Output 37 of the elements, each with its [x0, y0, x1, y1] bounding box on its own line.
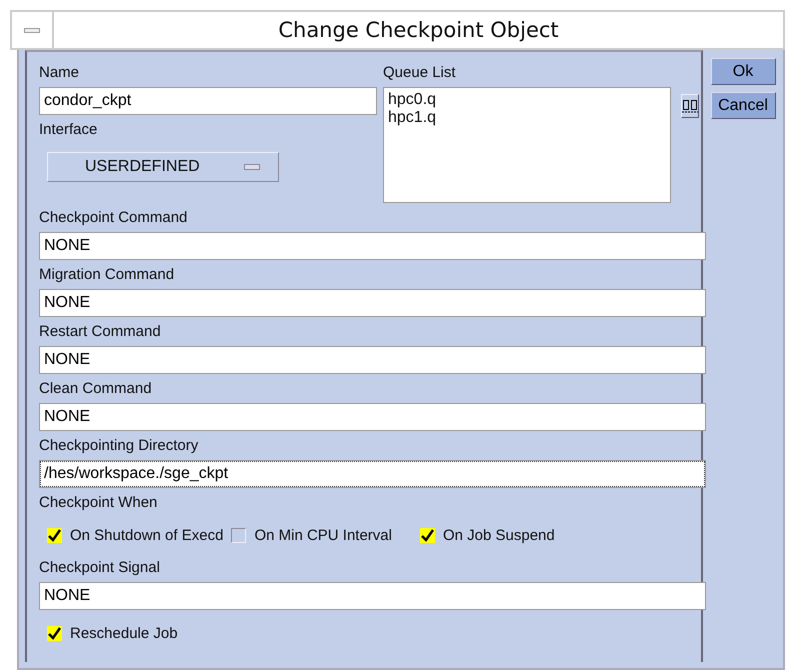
columns-icon [682, 99, 698, 113]
text-field[interactable]: NONE [39, 403, 706, 431]
checkbox-label: On Shutdown of Execd [70, 526, 224, 544]
list-item[interactable]: hpc0.q [388, 91, 666, 109]
list-item[interactable]: hpc1.q [388, 109, 666, 127]
field-label: Checkpoint Command [39, 208, 188, 228]
checkbox[interactable] [420, 528, 435, 542]
signal-field[interactable]: NONE [39, 582, 706, 610]
checkbox[interactable] [47, 626, 62, 640]
checkbox[interactable] [231, 528, 246, 542]
ok-button[interactable]: Ok [710, 58, 776, 85]
field-label: Queue List [383, 63, 457, 83]
checkbox-label: Reschedule Job [70, 624, 178, 642]
window-title: Change Checkpoint Object [277, 17, 560, 44]
edit-list-button[interactable] [681, 94, 699, 118]
checkbox-label: On Job Suspend [442, 526, 555, 544]
cancel-button[interactable]: Cancel [710, 92, 776, 119]
window-menu-button[interactable] [10, 12, 54, 48]
text-field[interactable]: /hes/workspace./sge_ckpt [39, 460, 706, 488]
text-field[interactable]: NONE [39, 346, 706, 374]
field-label: Interface [39, 120, 98, 140]
field-label: Name [39, 63, 80, 83]
minus-icon [24, 28, 40, 32]
checkbox-label: On Min CPU Interval [254, 526, 392, 544]
field-label: Restart Command [39, 322, 162, 342]
text-field[interactable]: NONE [39, 232, 706, 260]
checkbox[interactable] [47, 528, 62, 542]
dropdown-indicator-icon [244, 164, 260, 170]
text-field[interactable]: NONE [39, 289, 706, 317]
section-label: Checkpoint When [39, 493, 158, 513]
field-label: Migration Command [39, 265, 176, 285]
field-label: Checkpoint Signal [39, 558, 161, 578]
interface-dropdown[interactable]: USERDEFINED [47, 152, 279, 182]
name-field[interactable]: condor_ckpt [39, 87, 377, 115]
field-label: Checkpointing Directory [39, 436, 200, 456]
queue-list[interactable]: hpc0.q hpc1.q [383, 87, 671, 203]
field-label: Clean Command [39, 379, 153, 399]
